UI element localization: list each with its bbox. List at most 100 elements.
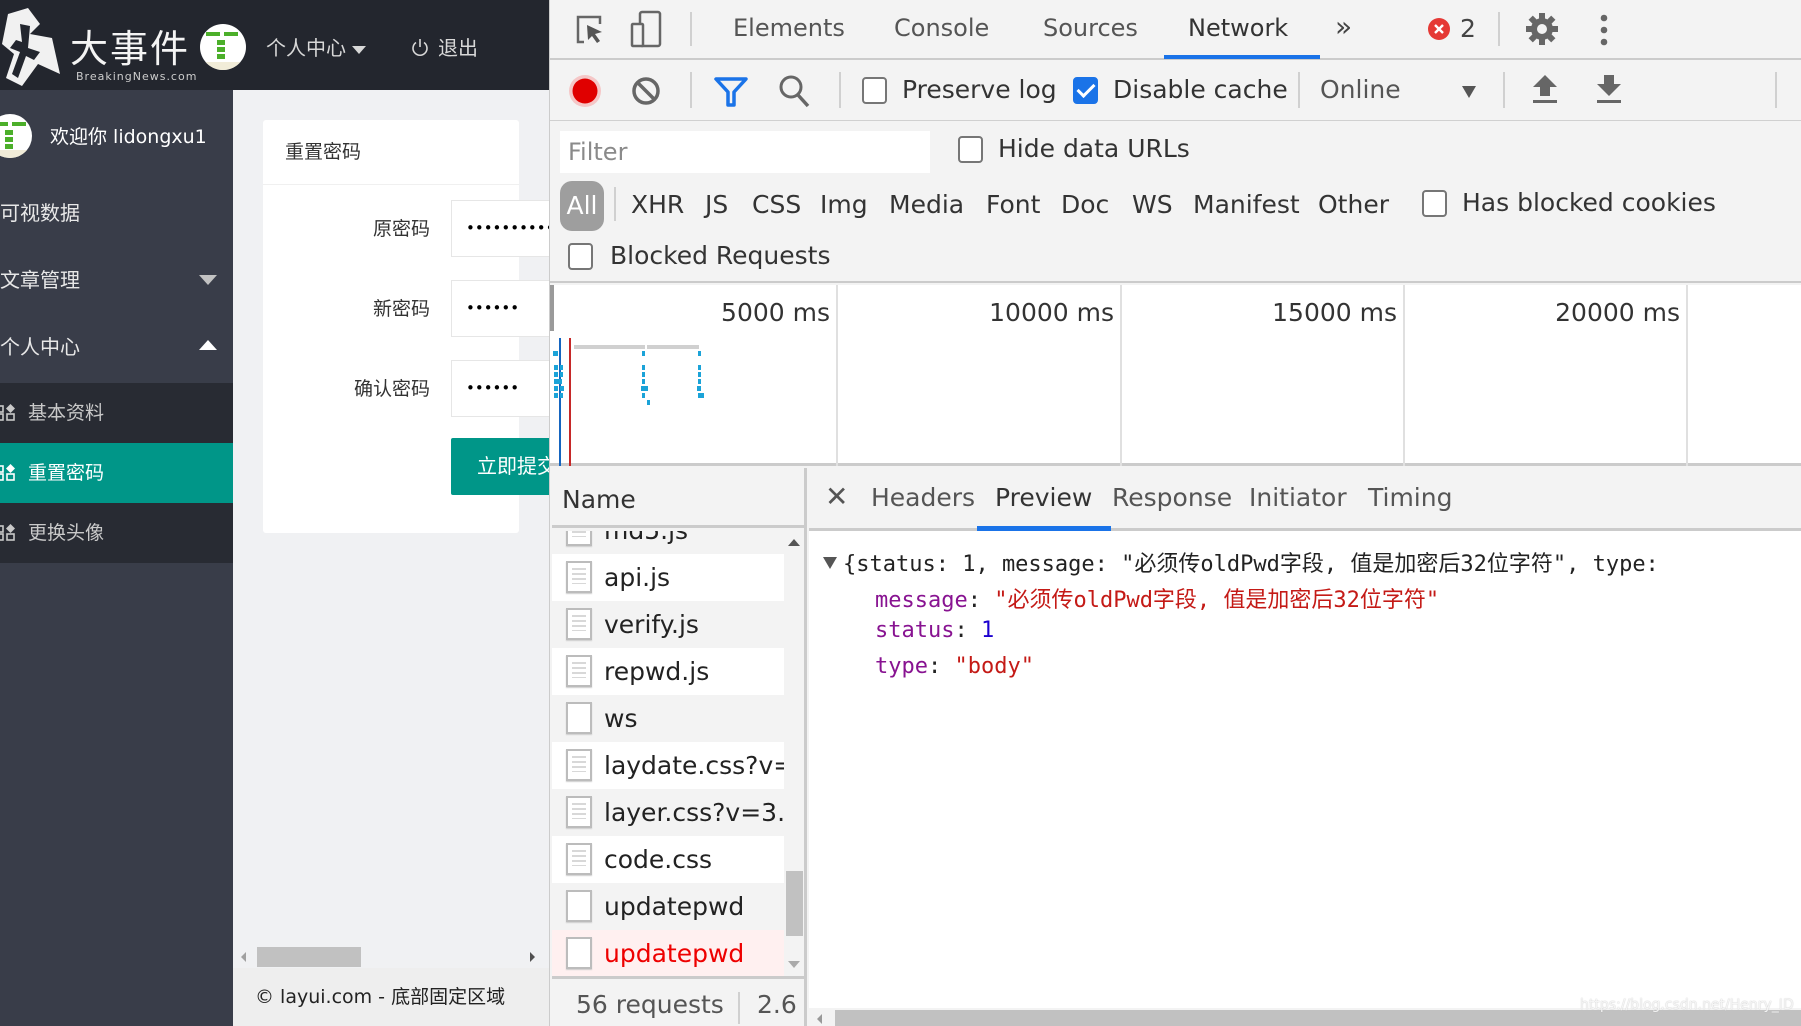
disable-cache-label[interactable]: Disable cache: [1113, 75, 1288, 104]
json-property-message: message: "必须传oldPwd字段, 值是加密后32位字符": [875, 588, 1440, 613]
network-overview-timeline[interactable]: 5000 ms 10000 ms 15000 ms 20000 ms: [550, 285, 1801, 466]
has-blocked-cookies-checkbox[interactable]: [1422, 190, 1447, 217]
clear-icon[interactable]: [631, 76, 661, 106]
hide-data-urls-label[interactable]: Hide data URLs: [998, 134, 1190, 163]
type-filter-font[interactable]: Font: [986, 190, 1040, 219]
expand-triangle-icon[interactable]: [823, 557, 837, 569]
scroll-left-arrow-icon[interactable]: [817, 1014, 822, 1024]
close-icon[interactable]: ✕: [825, 480, 848, 513]
scrollbar-thumb[interactable]: [257, 947, 361, 967]
request-row[interactable]: updatepwd: [552, 883, 784, 930]
request-row-selected-error[interactable]: updatepwd: [552, 930, 784, 976]
detail-tabbar: ✕ Headers Preview Response Initiator Tim…: [809, 468, 1801, 531]
sidebar-item-article-management[interactable]: 文章管理: [0, 247, 233, 313]
submit-button[interactable]: 立即提交: [451, 438, 549, 495]
blocked-requests-checkbox[interactable]: [568, 243, 593, 270]
preserve-log-label[interactable]: Preserve log: [902, 75, 1057, 104]
tab-response[interactable]: Response: [1112, 483, 1232, 512]
type-filter-media[interactable]: Media: [889, 190, 964, 219]
old-password-input[interactable]: ••••••••••: [451, 200, 549, 257]
throttling-value: Online: [1320, 75, 1401, 104]
tab-timing[interactable]: Timing: [1368, 483, 1452, 512]
request-row[interactable]: verify.js: [552, 601, 784, 648]
app-grid-icon: [0, 464, 15, 481]
has-blocked-cookies-label[interactable]: Has blocked cookies: [1462, 188, 1716, 217]
sidebar-item-visual-data[interactable]: 可视数据: [0, 180, 233, 246]
scroll-left-arrow-icon[interactable]: [241, 952, 246, 962]
hide-data-urls-checkbox[interactable]: [958, 136, 983, 163]
settings-gear-icon[interactable]: [1525, 12, 1559, 46]
request-row[interactable]: repwd.js: [552, 648, 784, 695]
tab-elements[interactable]: Elements: [733, 14, 845, 42]
toolbar-separator: [1775, 72, 1777, 108]
type-filter-other[interactable]: Other: [1318, 190, 1389, 219]
export-har-icon[interactable]: [1596, 74, 1622, 104]
confirm-password-input[interactable]: ••••••: [451, 360, 549, 417]
request-row[interactable]: laydate.css?v=...: [552, 742, 784, 789]
request-row[interactable]: ws: [552, 695, 784, 742]
header-avatar[interactable]: [200, 24, 246, 70]
tab-network[interactable]: Network: [1188, 14, 1288, 42]
scrollbar-thumb[interactable]: [786, 871, 803, 936]
json-key: type: [875, 654, 928, 679]
new-password-input[interactable]: ••••••: [451, 280, 549, 337]
type-filter-img[interactable]: Img: [820, 190, 868, 219]
type-filter-xhr[interactable]: XHR: [631, 190, 684, 219]
tab-headers[interactable]: Headers: [871, 483, 975, 512]
type-filter-manifest[interactable]: Manifest: [1193, 190, 1300, 219]
logout-label: 退出: [438, 36, 478, 60]
blank-file-icon: [566, 890, 592, 922]
sidebar-item-personal-center[interactable]: 个人中心: [0, 314, 233, 380]
scroll-down-arrow-icon[interactable]: [788, 961, 800, 968]
timeline-bar: [574, 345, 645, 349]
throttling-select[interactable]: Online: [1320, 68, 1476, 114]
type-filter-css[interactable]: CSS: [752, 190, 801, 219]
filter-input[interactable]: [560, 131, 930, 173]
request-row[interactable]: code.css: [552, 836, 784, 883]
tab-console[interactable]: Console: [894, 14, 989, 42]
request-list: md5.js api.js verify.js repwd.js ws layd…: [552, 531, 784, 976]
disable-cache-checkbox[interactable]: [1073, 77, 1098, 104]
type-filter-ws[interactable]: WS: [1132, 190, 1173, 219]
inspect-element-icon[interactable]: [574, 14, 606, 46]
page-horizontal-scrollbar[interactable]: [233, 945, 549, 967]
search-icon[interactable]: [778, 74, 810, 108]
error-icon[interactable]: [1428, 18, 1450, 40]
device-toolbar-icon[interactable]: [630, 10, 662, 48]
json-root-summary[interactable]: {status: 1, message: "必须传oldPwd字段, 值是加密后…: [823, 546, 1659, 578]
tab-initiator[interactable]: Initiator: [1249, 483, 1347, 512]
error-count[interactable]: 2: [1460, 14, 1476, 43]
app-grid-icon: [0, 524, 15, 541]
import-har-icon[interactable]: [1532, 74, 1558, 104]
request-row[interactable]: api.js: [552, 554, 784, 601]
tab-sources[interactable]: Sources: [1043, 14, 1138, 42]
sidebar-subitem-change-avatar[interactable]: 更换头像: [0, 503, 233, 563]
blocked-requests-label[interactable]: Blocked Requests: [610, 241, 831, 270]
json-property-status: status: 1: [875, 618, 995, 643]
preserve-log-checkbox[interactable]: [862, 77, 887, 104]
request-row[interactable]: md5.js: [552, 531, 784, 554]
sidebar-item-label: 文章管理: [0, 268, 80, 292]
more-tabs-icon[interactable]: »: [1335, 10, 1352, 43]
sidebar-subitem-basic-info[interactable]: 基本资料: [0, 383, 233, 443]
tab-preview[interactable]: Preview: [995, 483, 1092, 512]
dropdown-arrow-icon: [1462, 86, 1476, 98]
filter-funnel-icon[interactable]: [714, 76, 748, 108]
scroll-right-arrow-icon[interactable]: [530, 952, 535, 962]
more-options-icon[interactable]: [1598, 14, 1610, 46]
type-filter-all[interactable]: All: [560, 181, 604, 231]
request-row[interactable]: layer.css?v=3...: [552, 789, 784, 836]
type-filter-doc[interactable]: Doc: [1061, 190, 1109, 219]
header-personal-center-menu[interactable]: 个人中心: [266, 32, 366, 61]
type-filter-js[interactable]: JS: [705, 190, 728, 219]
timeline-gridline: [1686, 285, 1688, 466]
network-toolbar: Preserve log Disable cache Online: [550, 60, 1801, 121]
scroll-up-arrow-icon[interactable]: [788, 539, 800, 546]
name-column-header[interactable]: Name: [552, 468, 804, 528]
request-name: api.js: [604, 563, 671, 592]
sidebar-subitem-reset-password[interactable]: 重置密码: [0, 443, 233, 503]
request-count: 56 requests: [576, 990, 724, 1019]
record-icon[interactable]: [568, 74, 602, 108]
request-list-scrollbar[interactable]: [784, 531, 804, 976]
logout-button[interactable]: 退出: [410, 32, 478, 61]
